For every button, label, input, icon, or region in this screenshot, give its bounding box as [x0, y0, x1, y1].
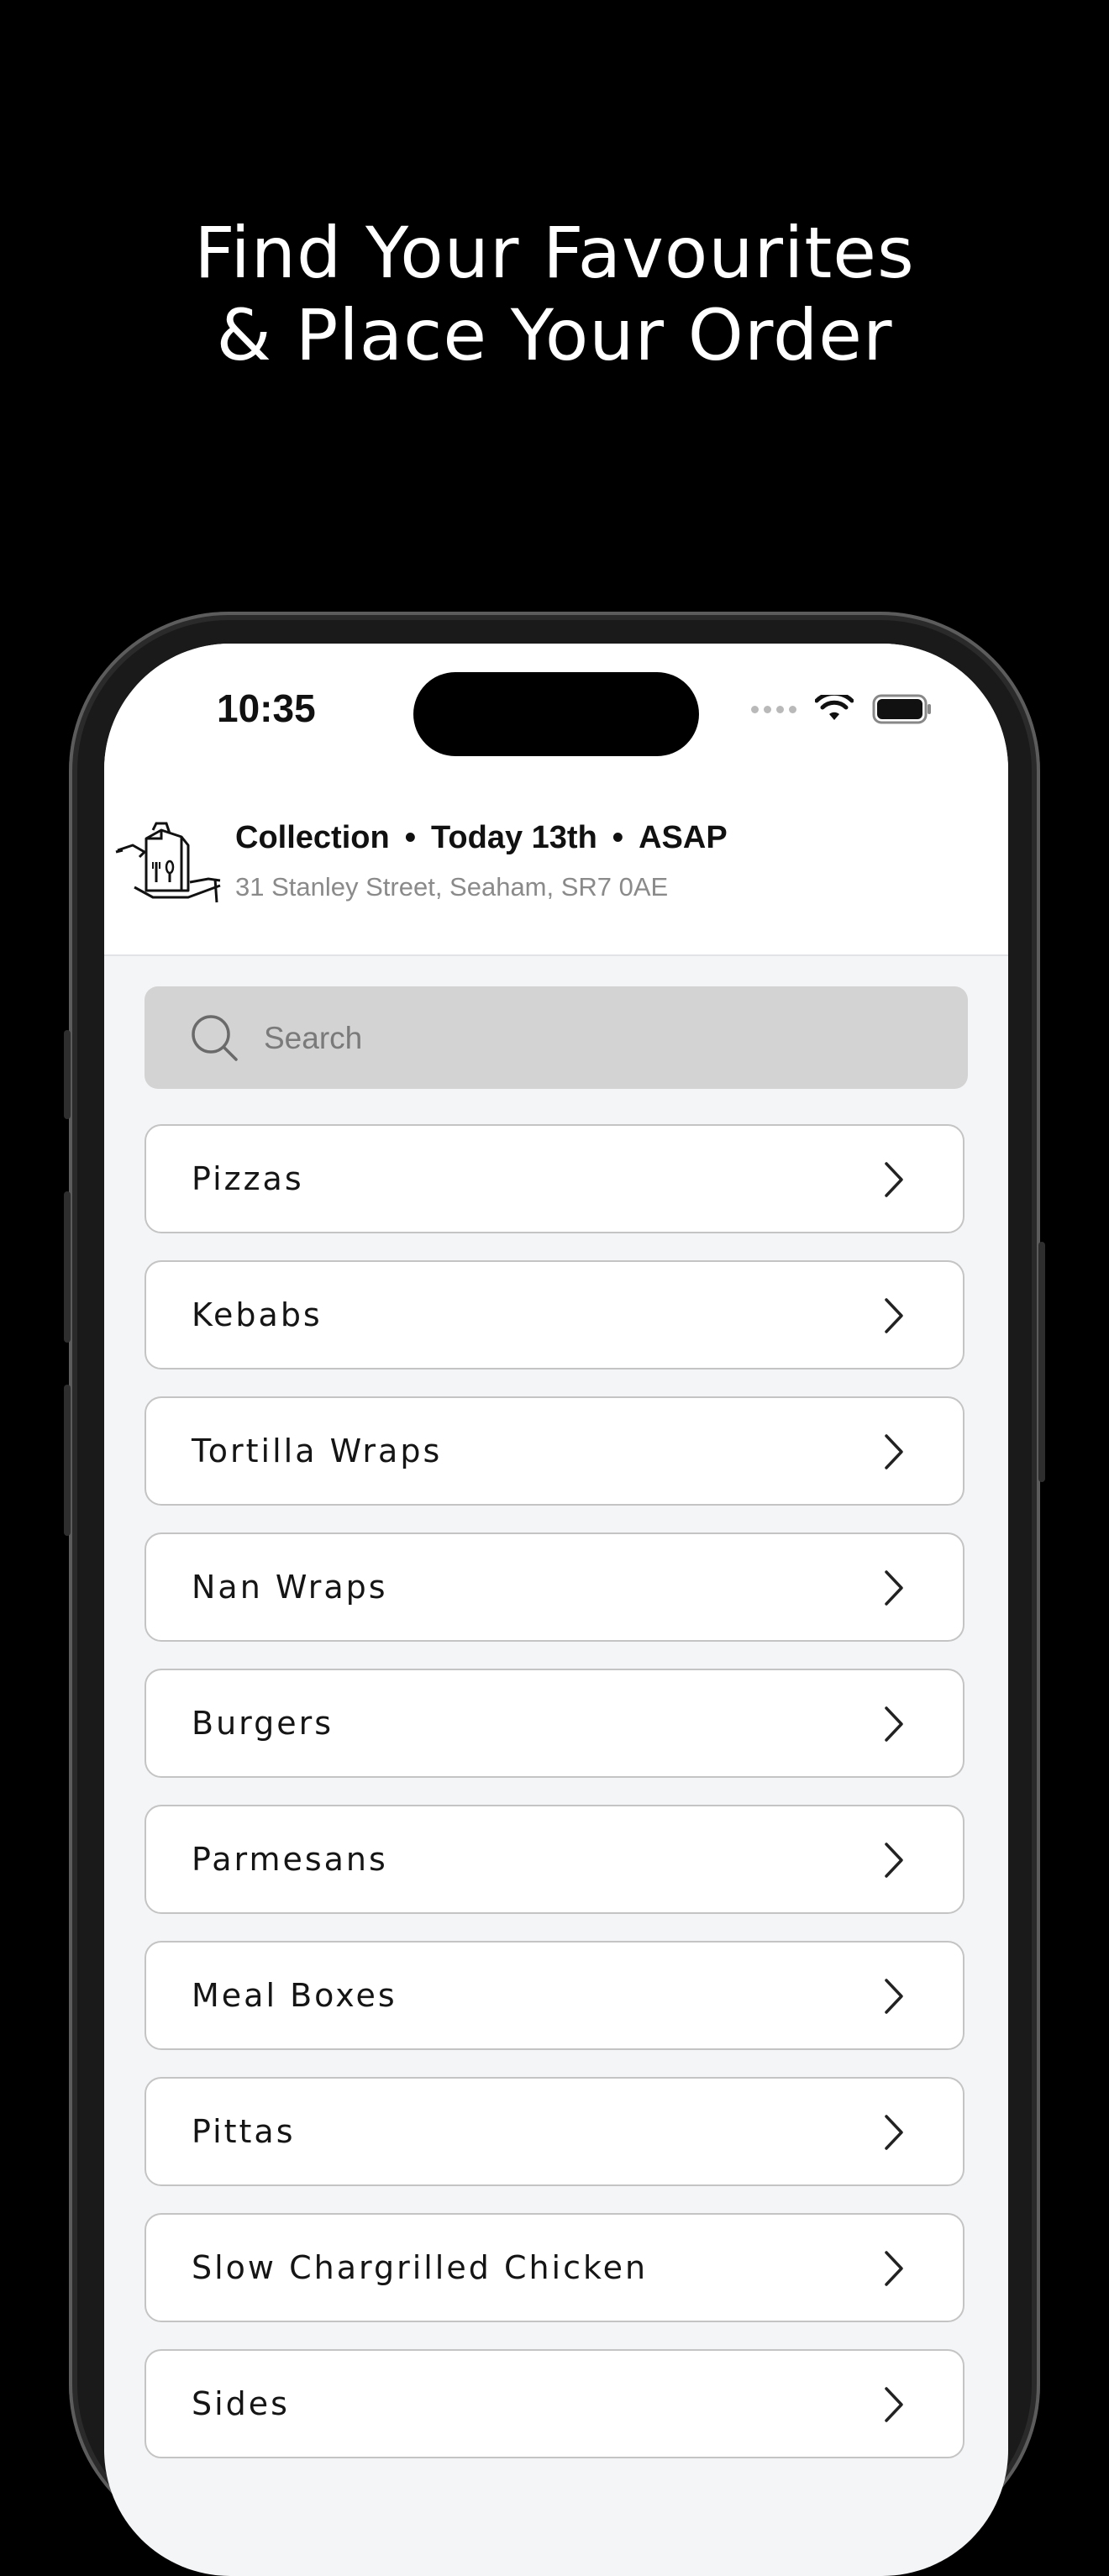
- order-header[interactable]: Collection • Today 13th • ASAP 31 Stanley St…: [104, 786, 1008, 956]
- category-label: Tortilla Wraps: [192, 1433, 443, 1469]
- promo-line-1: Find Your Favourites: [194, 212, 915, 294]
- store-address: 31 Stanley Street, Seaham, SR7 0AE: [235, 872, 669, 902]
- category-label: Nan Wraps: [192, 1569, 388, 1606]
- search-input[interactable]: [262, 986, 938, 1091]
- chevron-right-icon: [885, 1434, 903, 1469]
- order-summary: Collection • Today 13th • ASAP: [235, 820, 728, 856]
- category-label: Sides: [192, 2385, 290, 2422]
- category-kebabs[interactable]: Kebabs: [145, 1260, 964, 1369]
- side-button-volume-down: [64, 1385, 71, 1536]
- side-button-power: [1038, 1242, 1045, 1482]
- category-nan-wraps[interactable]: Nan Wraps: [145, 1532, 964, 1642]
- dynamic-island: [413, 672, 699, 756]
- chevron-right-icon: [885, 1298, 903, 1333]
- separator-dot: •: [612, 820, 624, 855]
- category-tortilla-wraps[interactable]: Tortilla Wraps: [145, 1396, 964, 1506]
- category-parmesans[interactable]: Parmesans: [145, 1805, 964, 1914]
- cellular-signal-icon: [751, 705, 796, 713]
- side-button-volume-up: [64, 1191, 71, 1343]
- status-icons: [751, 694, 933, 724]
- menu-content: Pizzas Kebabs Tortilla Wraps Nan Wraps B…: [104, 956, 1008, 2576]
- wifi-icon: [815, 695, 854, 720]
- takeaway-bag-icon: [115, 822, 221, 903]
- order-type: Collection: [235, 820, 390, 855]
- category-sides[interactable]: Sides: [145, 2349, 964, 2458]
- battery-icon: [872, 694, 931, 724]
- chevron-right-icon: [885, 1843, 903, 1878]
- chevron-right-icon: [885, 1162, 903, 1197]
- search-icon: [192, 1015, 238, 1061]
- category-slow-chargrilled-chicken[interactable]: Slow Chargrilled Chicken: [145, 2213, 964, 2322]
- category-label: Parmesans: [192, 1841, 388, 1878]
- status-bar: 10:35: [104, 644, 1008, 786]
- category-label: Pizzas: [192, 1160, 304, 1197]
- status-time: 10:35: [217, 686, 316, 730]
- order-timing: ASAP: [639, 820, 728, 855]
- category-pizzas[interactable]: Pizzas: [145, 1124, 964, 1233]
- category-label: Meal Boxes: [192, 1977, 397, 2014]
- category-meal-boxes[interactable]: Meal Boxes: [145, 1941, 964, 2050]
- side-button-mute: [64, 1030, 71, 1119]
- category-label: Pittas: [192, 2113, 296, 2150]
- chevron-right-icon: [885, 1570, 903, 1606]
- chevron-right-icon: [885, 2115, 903, 2150]
- category-pittas[interactable]: Pittas: [145, 2077, 964, 2186]
- chevron-right-icon: [885, 2387, 903, 2422]
- separator-dot: •: [404, 820, 416, 855]
- promo-headline: Find Your Favourites & Place Your Order: [0, 212, 1109, 376]
- category-label: Slow Chargrilled Chicken: [192, 2249, 649, 2286]
- search-bar[interactable]: [145, 986, 968, 1091]
- chevron-right-icon: [885, 1706, 903, 1742]
- chevron-right-icon: [885, 2251, 903, 2286]
- chevron-right-icon: [885, 1979, 903, 2014]
- category-label: Kebabs: [192, 1296, 323, 1333]
- promo-line-2: & Place Your Order: [216, 294, 893, 376]
- category-label: Burgers: [192, 1705, 334, 1742]
- category-burgers[interactable]: Burgers: [145, 1669, 964, 1778]
- order-day: Today 13th: [431, 820, 597, 855]
- phone-screen: 10:35 Collection • Today 13th • ASAP 31 …: [104, 644, 1008, 2576]
